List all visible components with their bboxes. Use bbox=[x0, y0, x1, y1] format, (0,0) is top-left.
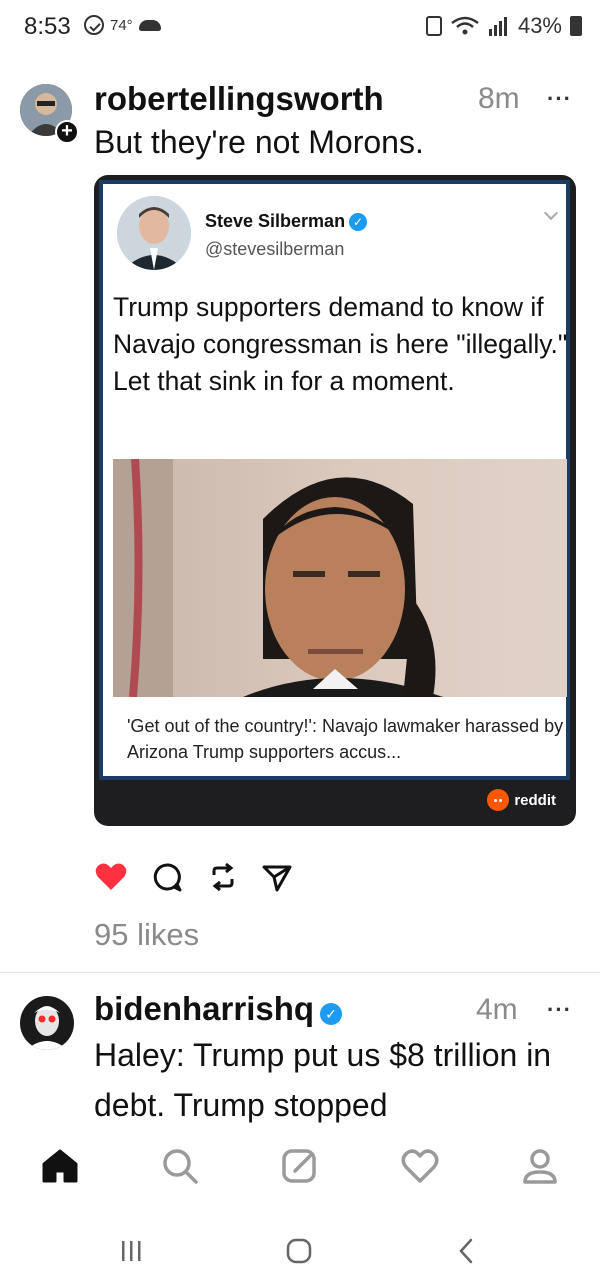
cloud-icon bbox=[138, 19, 161, 31]
profile-icon[interactable] bbox=[520, 1146, 560, 1186]
bottom-nav bbox=[0, 1140, 600, 1200]
embedded-image[interactable]: Steve Silberman ✓ @stevesilberman Trump s… bbox=[94, 175, 576, 826]
post-time: 8m bbox=[478, 82, 520, 115]
back-icon[interactable] bbox=[452, 1236, 482, 1266]
tweet-screenshot: Steve Silberman ✓ @stevesilberman Trump s… bbox=[99, 180, 570, 780]
tweet-author-name: Steve Silberman ✓ bbox=[205, 211, 368, 232]
post-divider bbox=[0, 972, 600, 973]
post-text: Haley: Trump put us $8 trillion in debt.… bbox=[94, 1037, 552, 1123]
tweet-avatar bbox=[117, 196, 191, 270]
signal-icon bbox=[488, 17, 507, 36]
share-icon[interactable] bbox=[260, 860, 294, 894]
verified-icon: ✓ bbox=[320, 1003, 343, 1025]
tweet-author-name-text: Steve Silberman bbox=[205, 211, 346, 231]
recent-apps-icon[interactable] bbox=[116, 1236, 146, 1266]
status-right-icons: 43% bbox=[425, 13, 582, 39]
avatar-image bbox=[20, 996, 74, 1050]
search-icon[interactable] bbox=[160, 1146, 200, 1186]
source-label: reddit bbox=[514, 791, 556, 809]
reddit-logo-icon bbox=[487, 789, 510, 811]
post-time: 4m bbox=[476, 993, 518, 1026]
more-options-icon[interactable]: ··· bbox=[547, 997, 572, 1023]
comment-icon[interactable] bbox=[150, 860, 184, 894]
news-caption: 'Get out of the country!': Navajo lawmak… bbox=[127, 716, 564, 762]
lock-icon bbox=[425, 16, 442, 36]
more-options-icon[interactable]: ··· bbox=[547, 86, 572, 112]
activity-icon[interactable] bbox=[400, 1146, 440, 1186]
message-icon bbox=[84, 15, 104, 35]
likes-count[interactable]: 95 likes bbox=[94, 917, 199, 953]
heart-filled-icon[interactable] bbox=[94, 860, 128, 894]
home-button-icon[interactable] bbox=[284, 1236, 314, 1266]
post-username-text[interactable]: bidenharrishq bbox=[94, 990, 314, 1027]
follow-plus-icon[interactable]: + bbox=[55, 120, 79, 144]
post-username[interactable]: robertellingsworth bbox=[94, 80, 384, 118]
repost-icon[interactable] bbox=[206, 860, 240, 894]
avatar[interactable] bbox=[20, 996, 74, 1050]
temperature: 74° bbox=[110, 16, 133, 34]
tweet-avatar-image bbox=[117, 196, 191, 270]
wifi-icon bbox=[451, 16, 479, 35]
news-photo bbox=[113, 459, 567, 697]
status-time: 8:53 bbox=[24, 13, 71, 40]
tweet-handle: @stevesilberman bbox=[205, 239, 345, 259]
reddit-source-badge: reddit bbox=[487, 789, 556, 811]
status-left-icons: 74° bbox=[84, 15, 161, 35]
post-username: bidenharrishq ✓ bbox=[94, 990, 343, 1028]
compose-icon[interactable] bbox=[280, 1146, 320, 1186]
tweet-text: Trump supporters demand to know if Navaj… bbox=[113, 292, 568, 396]
post-actions bbox=[94, 860, 314, 894]
post-text: But they're not Morons. bbox=[94, 124, 424, 160]
verified-icon: ✓ bbox=[349, 213, 368, 231]
chevron-down-icon bbox=[543, 205, 559, 221]
battery-percent: 43% bbox=[517, 13, 562, 38]
news-photo-image bbox=[113, 459, 567, 697]
battery-icon bbox=[570, 16, 582, 36]
status-bar: 8:53 74° 43% bbox=[0, 0, 600, 56]
home-icon[interactable] bbox=[40, 1146, 80, 1186]
system-nav-bar bbox=[0, 1222, 600, 1276]
